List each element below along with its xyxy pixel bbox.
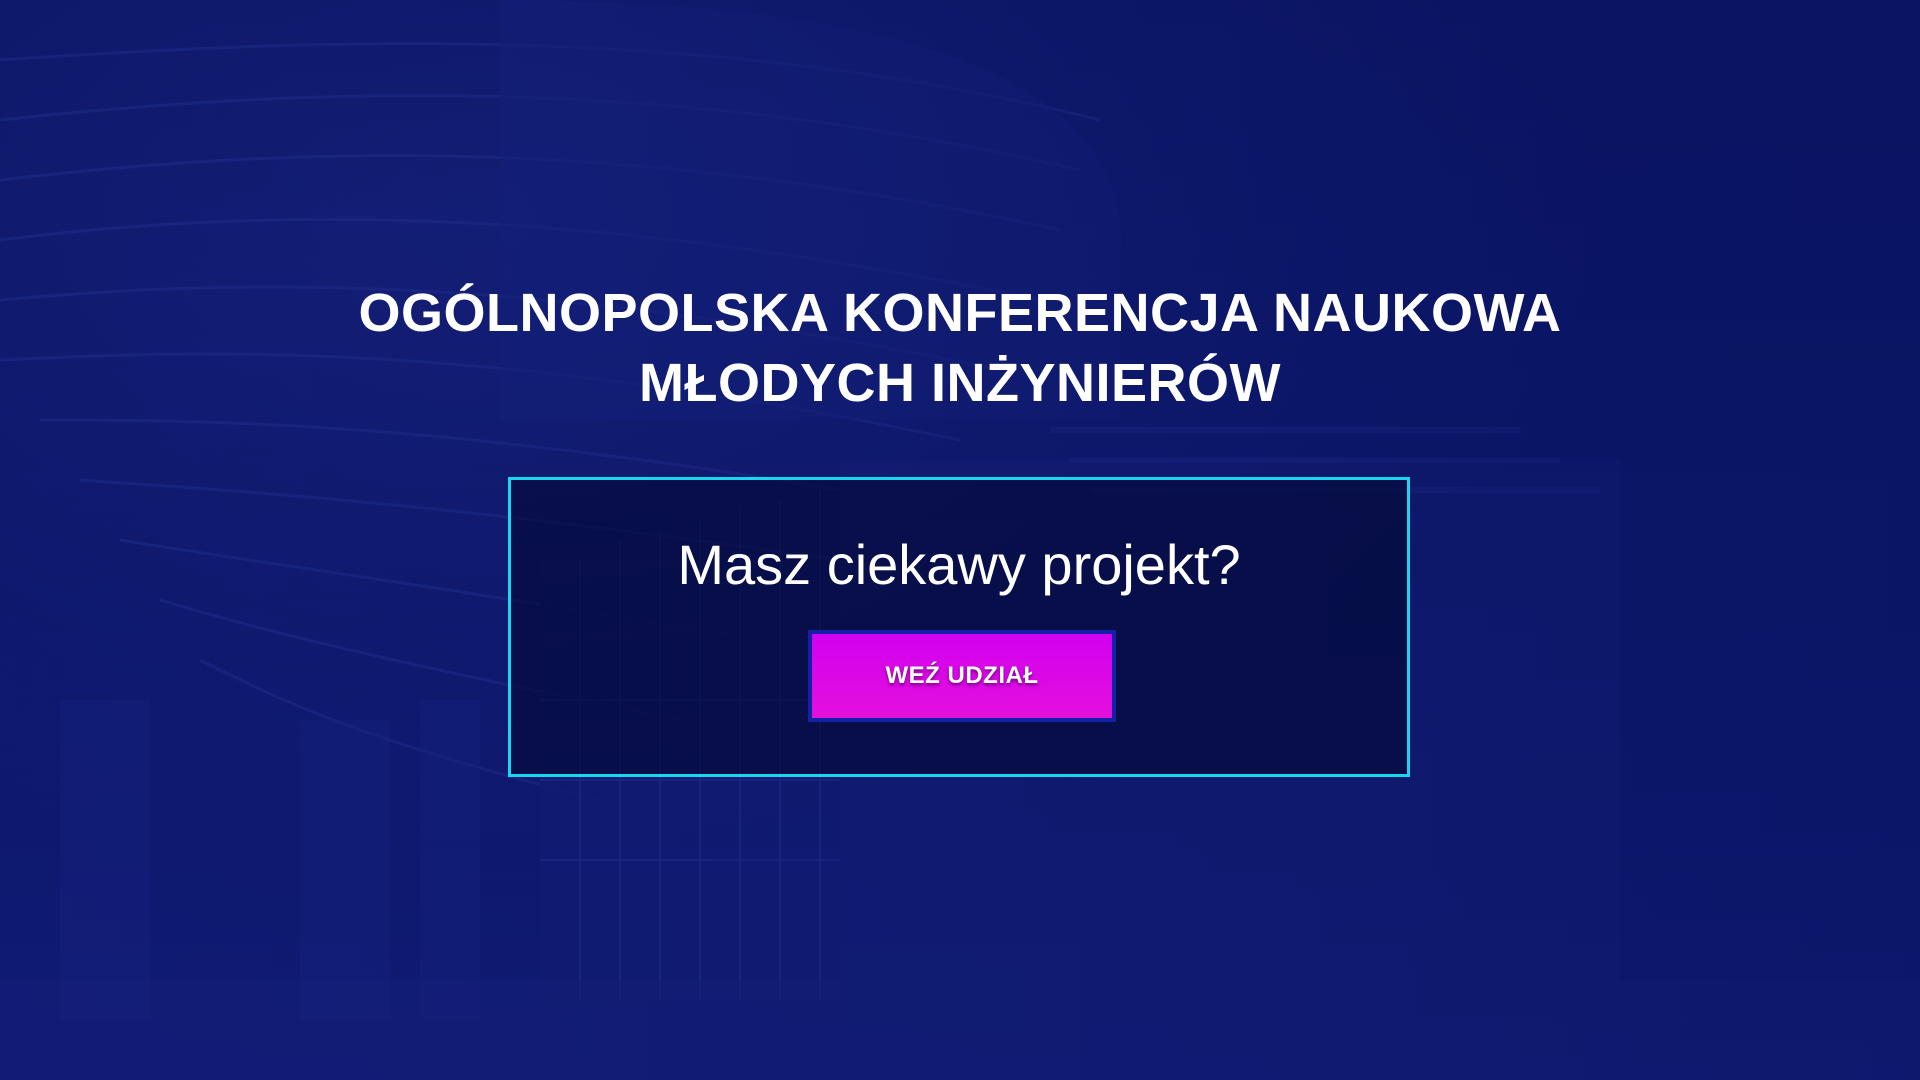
title-line-1: OGÓLNOPOLSKA KONFERENCJA NAUKOWA xyxy=(358,283,1562,343)
cta-question: Masz ciekawy projekt? xyxy=(677,533,1241,596)
participate-button[interactable]: WEŹ UDZIAŁ xyxy=(808,630,1116,722)
cta-box: Masz ciekawy projekt? WEŹ UDZIAŁ xyxy=(508,477,1410,777)
hero-section: OGÓLNOPOLSKA KONFERENCJA NAUKOWA MŁODYCH… xyxy=(0,0,1920,1080)
conference-title: OGÓLNOPOLSKA KONFERENCJA NAUKOWA MŁODYCH… xyxy=(0,278,1920,418)
title-line-2: MŁODYCH INŻYNIERÓW xyxy=(639,353,1281,413)
